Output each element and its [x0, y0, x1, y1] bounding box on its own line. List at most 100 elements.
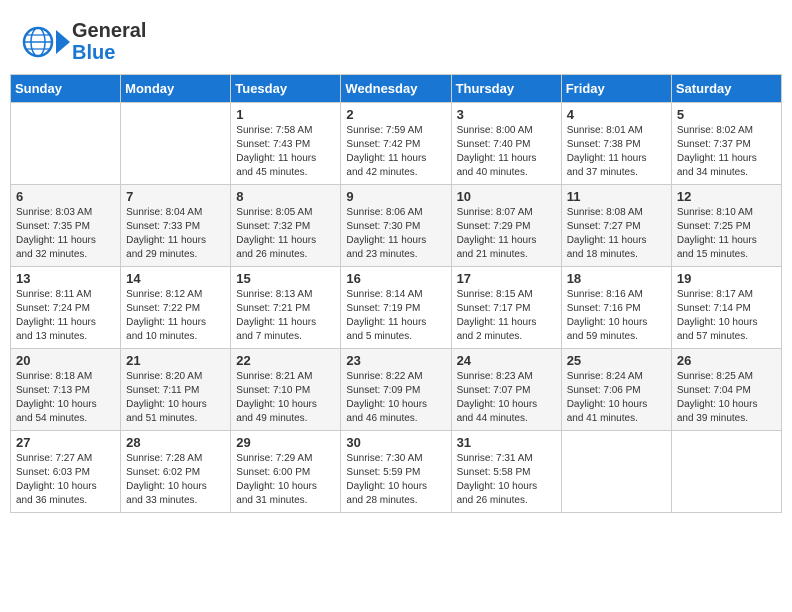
calendar-day-cell: 10 Sunrise: 8:07 AMSunset: 7:29 PMDayligh… [451, 185, 561, 267]
calendar-day-cell: 23 Sunrise: 8:22 AMSunset: 7:09 PMDayligh… [341, 349, 451, 431]
day-number: 14 [126, 271, 225, 286]
day-info: Sunrise: 8:12 AMSunset: 7:22 PMDaylight:… [126, 288, 225, 344]
day-of-week-header: Saturday [671, 75, 781, 103]
day-info: Sunrise: 8:04 AMSunset: 7:33 PMDaylight:… [126, 206, 225, 262]
day-number: 23 [346, 353, 445, 368]
day-number: 2 [346, 107, 445, 122]
calendar-day-cell: 27Sunrise: 7:27 AMSunset: 6:03 PMDayligh… [11, 431, 121, 513]
calendar-day-cell: 31 Sunrise: 7:31 AMSunset: 5:58 PMDayligh… [451, 431, 561, 513]
day-number: 10 [457, 189, 556, 204]
day-number: 30 [346, 435, 445, 450]
calendar-week-row: 6Sunrise: 8:03 AMSunset: 7:35 PMDaylight… [11, 185, 782, 267]
calendar-day-cell: 22 Sunrise: 8:21 AMSunset: 7:10 PMDayligh… [231, 349, 341, 431]
calendar-day-cell: 29 Sunrise: 7:29 AMSunset: 6:00 PMDayligh… [231, 431, 341, 513]
day-number: 29 [236, 435, 335, 450]
day-number: 25 [567, 353, 666, 368]
day-info: Sunrise: 7:28 AMSunset: 6:02 PMDaylight:… [126, 452, 225, 508]
day-number: 26 [677, 353, 776, 368]
day-info: Sunrise: 8:22 AMSunset: 7:09 PMDaylight:… [346, 370, 445, 426]
day-number: 9 [346, 189, 445, 204]
day-number: 20 [16, 353, 115, 368]
day-info: Sunrise: 8:18 AMSunset: 7:13 PMDaylight:… [16, 370, 115, 426]
page-header: General Blue [10, 10, 782, 69]
logo-text-general: General [72, 20, 146, 42]
calendar-day-cell: 15 Sunrise: 8:13 AMSunset: 7:21 PMDayligh… [231, 267, 341, 349]
day-number: 15 [236, 271, 335, 286]
calendar-day-cell: 24 Sunrise: 8:23 AMSunset: 7:07 PMDayligh… [451, 349, 561, 431]
day-number: 6 [16, 189, 115, 204]
day-info: Sunrise: 8:06 AMSunset: 7:30 PMDaylight:… [346, 206, 445, 262]
day-info: Sunrise: 7:29 AMSunset: 6:00 PMDaylight:… [236, 452, 335, 508]
day-info: Sunrise: 8:02 AMSunset: 7:37 PMDaylight:… [677, 124, 776, 180]
calendar-day-cell: 19 Sunrise: 8:17 AMSunset: 7:14 PMDayligh… [671, 267, 781, 349]
day-of-week-header: Wednesday [341, 75, 451, 103]
day-of-week-header: Sunday [11, 75, 121, 103]
calendar-day-cell: 3 Sunrise: 8:00 AMSunset: 7:40 PMDaylight… [451, 103, 561, 185]
day-info: Sunrise: 8:21 AMSunset: 7:10 PMDaylight:… [236, 370, 335, 426]
calendar-day-cell [671, 431, 781, 513]
calendar-day-cell: 8Sunrise: 8:05 AMSunset: 7:32 PMDaylight… [231, 185, 341, 267]
calendar-day-cell: 2 Sunrise: 7:59 AMSunset: 7:42 PMDaylight… [341, 103, 451, 185]
day-number: 31 [457, 435, 556, 450]
day-number: 13 [16, 271, 115, 286]
day-of-week-header: Thursday [451, 75, 561, 103]
day-info: Sunrise: 8:20 AMSunset: 7:11 PMDaylight:… [126, 370, 225, 426]
day-info: Sunrise: 8:15 AMSunset: 7:17 PMDaylight:… [457, 288, 556, 344]
day-number: 22 [236, 353, 335, 368]
day-info: Sunrise: 8:14 AMSunset: 7:19 PMDaylight:… [346, 288, 445, 344]
calendar-header-row: SundayMondayTuesdayWednesdayThursdayFrid… [11, 75, 782, 103]
day-number: 17 [457, 271, 556, 286]
calendar-week-row: 20 Sunrise: 8:18 AMSunset: 7:13 PMDayligh… [11, 349, 782, 431]
day-number: 1 [236, 107, 335, 122]
day-info: Sunrise: 8:23 AMSunset: 7:07 PMDaylight:… [457, 370, 556, 426]
calendar-week-row: 13 Sunrise: 8:11 AMSunset: 7:24 PMDayligh… [11, 267, 782, 349]
day-info: Sunrise: 8:08 AMSunset: 7:27 PMDaylight:… [567, 206, 666, 262]
day-info: Sunrise: 8:13 AMSunset: 7:21 PMDaylight:… [236, 288, 335, 344]
day-number: 11 [567, 189, 666, 204]
calendar-day-cell: 18 Sunrise: 8:16 AMSunset: 7:16 PMDayligh… [561, 267, 671, 349]
calendar-day-cell: 14 Sunrise: 8:12 AMSunset: 7:22 PMDayligh… [121, 267, 231, 349]
day-number: 8 [236, 189, 335, 204]
logo: General Blue [20, 20, 146, 64]
day-number: 28 [126, 435, 225, 450]
calendar-day-cell: 6Sunrise: 8:03 AMSunset: 7:35 PMDaylight… [11, 185, 121, 267]
calendar-day-cell: 11 Sunrise: 8:08 AMSunset: 7:27 PMDayligh… [561, 185, 671, 267]
day-info: Sunrise: 8:17 AMSunset: 7:14 PMDaylight:… [677, 288, 776, 344]
day-info: Sunrise: 8:11 AMSunset: 7:24 PMDaylight:… [16, 288, 115, 344]
calendar-day-cell: 17 Sunrise: 8:15 AMSunset: 7:17 PMDayligh… [451, 267, 561, 349]
day-number: 24 [457, 353, 556, 368]
day-info: Sunrise: 8:16 AMSunset: 7:16 PMDaylight:… [567, 288, 666, 344]
calendar-table: SundayMondayTuesdayWednesdayThursdayFrid… [10, 74, 782, 513]
calendar-day-cell: 20 Sunrise: 8:18 AMSunset: 7:13 PMDayligh… [11, 349, 121, 431]
calendar-day-cell [11, 103, 121, 185]
calendar-day-cell: 30 Sunrise: 7:30 AMSunset: 5:59 PMDayligh… [341, 431, 451, 513]
calendar-day-cell: 9 Sunrise: 8:06 AMSunset: 7:30 PMDaylight… [341, 185, 451, 267]
day-info: Sunrise: 7:59 AMSunset: 7:42 PMDaylight:… [346, 124, 445, 180]
day-number: 7 [126, 189, 225, 204]
day-info: Sunrise: 8:00 AMSunset: 7:40 PMDaylight:… [457, 124, 556, 180]
day-number: 16 [346, 271, 445, 286]
day-info: Sunrise: 8:07 AMSunset: 7:29 PMDaylight:… [457, 206, 556, 262]
calendar-day-cell: 4Sunrise: 8:01 AMSunset: 7:38 PMDaylight… [561, 103, 671, 185]
day-number: 27 [16, 435, 115, 450]
day-number: 12 [677, 189, 776, 204]
calendar-day-cell [561, 431, 671, 513]
day-of-week-header: Tuesday [231, 75, 341, 103]
calendar-day-cell: 28 Sunrise: 7:28 AMSunset: 6:02 PMDayligh… [121, 431, 231, 513]
calendar-day-cell: 1 Sunrise: 7:58 AMSunset: 7:43 PMDaylight… [231, 103, 341, 185]
day-info: Sunrise: 7:31 AMSunset: 5:58 PMDaylight:… [457, 452, 556, 508]
day-of-week-header: Monday [121, 75, 231, 103]
day-info: Sunrise: 7:30 AMSunset: 5:59 PMDaylight:… [346, 452, 445, 508]
day-info: Sunrise: 8:25 AMSunset: 7:04 PMDaylight:… [677, 370, 776, 426]
day-number: 18 [567, 271, 666, 286]
calendar-day-cell [121, 103, 231, 185]
calendar-day-cell: 26 Sunrise: 8:25 AMSunset: 7:04 PMDayligh… [671, 349, 781, 431]
calendar-day-cell: 16 Sunrise: 8:14 AMSunset: 7:19 PMDayligh… [341, 267, 451, 349]
logo-icon [20, 20, 70, 64]
day-number: 3 [457, 107, 556, 122]
day-number: 21 [126, 353, 225, 368]
day-info: Sunrise: 7:58 AMSunset: 7:43 PMDaylight:… [236, 124, 335, 180]
day-number: 5 [677, 107, 776, 122]
day-info: Sunrise: 8:24 AMSunset: 7:06 PMDaylight:… [567, 370, 666, 426]
day-number: 19 [677, 271, 776, 286]
